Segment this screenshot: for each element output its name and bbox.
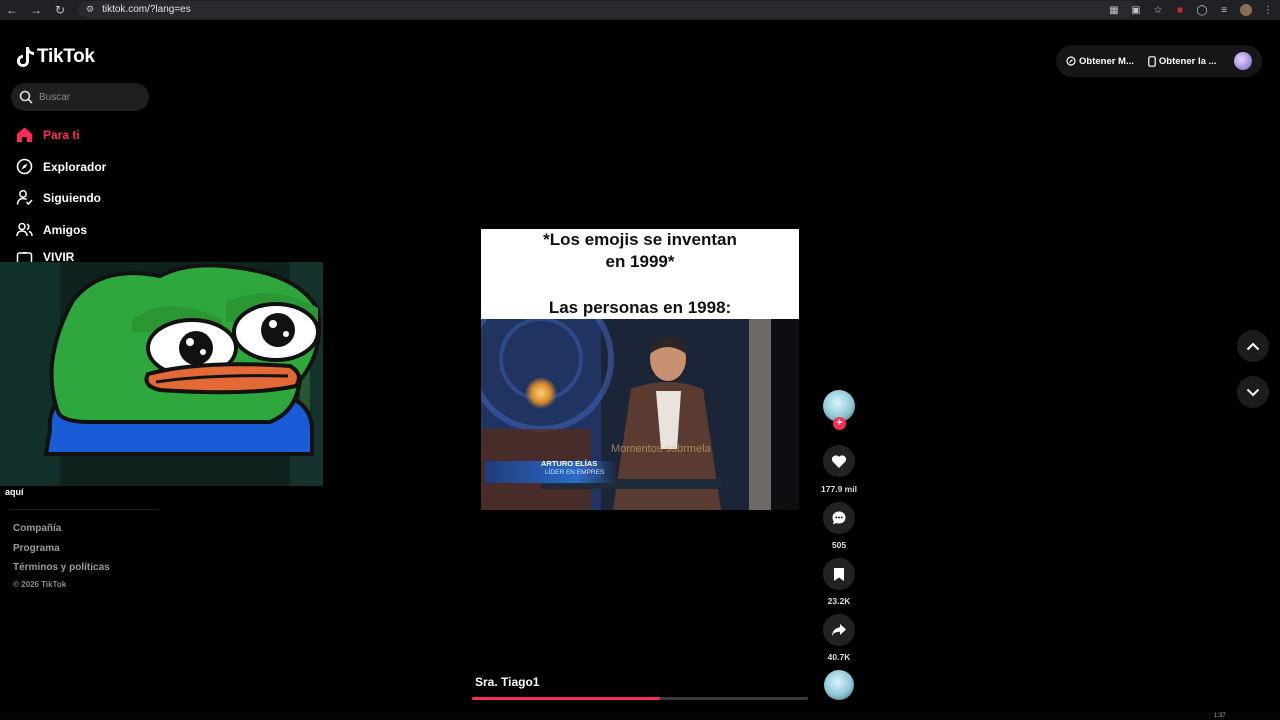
pepe-frog-image [0,262,323,486]
friends-icon [16,221,33,238]
search-box[interactable] [11,83,149,111]
get-app-button[interactable]: Obtener la ... [1148,55,1217,67]
install-app-icon[interactable]: ▣ [1130,4,1142,16]
site-info-icon[interactable]: ⚙ [86,4,94,15]
tiktok-logo[interactable]: TikTok [16,46,95,68]
home-icon [16,126,33,143]
share-count: 40.7K [827,652,851,662]
browser-extensions: ▦ ▣ ☆ ■ ◯ ≡ ⋮ [1108,0,1274,20]
nav-item-vivir[interactable]: VIVIR [16,252,74,262]
video-author[interactable]: Sra. Tiago1 [475,675,539,689]
phone-icon [1148,55,1156,67]
nav-item-explorador[interactable]: Explorador [16,158,106,175]
save-count: 23.2K [827,596,851,606]
get-coins-button[interactable]: Obtener M... [1066,56,1134,67]
tiktok-note-icon [17,47,34,67]
video-watermark: Momentos sobrmela [611,443,711,455]
menu-kebab-icon[interactable]: ⋮ [1262,4,1274,16]
save-button[interactable] [823,558,855,590]
browser-toolbar: ← → ↻ ⚙ tiktok.com/?lang=es ▦ ▣ ☆ ■ ◯ ≡ … [0,0,1280,20]
nav-item-amigos[interactable]: Amigos [16,221,87,238]
address-bar[interactable]: ⚙ tiktok.com/?lang=es [78,1,1138,18]
os-taskbar [0,712,1280,720]
meme-line-3: Las personas en 1998: [548,298,732,317]
taskbar-clock: 1:37 [1214,713,1226,719]
extensions-puzzle-icon[interactable]: ◯ [1196,4,1208,16]
compass-icon [16,158,33,175]
heart-icon [831,454,847,468]
top-actions-bar: Obtener M... Obtener la ... [1056,45,1262,77]
nav-label: Para ti [43,127,80,142]
meme-caption: *Los emojis se inventan en 1999* Las per… [481,229,799,319]
previous-video-button[interactable] [1237,330,1269,362]
copyright-text: © 2026 TikTok [13,580,67,589]
nav-label: Siguiendo [43,190,101,205]
nav-label: VIVIR [43,252,75,262]
nav-label: Amigos [43,222,88,237]
comment-icon [832,511,846,525]
like-count: 177.9 mil [821,484,857,494]
nav-item-para-ti[interactable]: Para ti [16,126,80,143]
nav-item-siguiendo[interactable]: Siguiendo [16,189,101,206]
logo-text: TikTok [37,46,95,67]
get-app-label: Obtener la ... [1158,55,1217,67]
follow-plus-icon[interactable]: + [833,417,846,430]
forward-icon[interactable]: → [24,0,48,20]
overlay-caption: aquí [5,487,24,497]
coin-icon [1066,56,1076,66]
sound-disc-avatar[interactable] [824,670,854,700]
sidebar-divider [10,509,158,510]
next-video-button[interactable] [1237,376,1269,408]
back-icon[interactable]: ← [0,0,24,20]
following-icon [16,189,33,206]
like-button[interactable] [823,445,855,477]
comment-count: 505 [831,540,847,550]
lower-third-role: LÍDER EN EMPRES [545,469,605,476]
lower-third-name: ARTURO ELÍAS [541,459,598,468]
share-button[interactable] [823,614,855,646]
reload-icon[interactable]: ↻ [48,0,72,20]
extension-red-icon[interactable]: ■ [1174,4,1186,16]
nav-label: Explorador [43,159,107,174]
video-progress-fill [472,697,661,700]
footer-link-programa[interactable]: Programa [13,543,60,554]
url-text: tiktok.com/?lang=es [102,4,191,15]
translate-icon[interactable]: ▦ [1108,4,1120,16]
bookmark-star-icon[interactable]: ☆ [1152,4,1164,16]
get-coins-label: Obtener M... [1079,55,1134,67]
search-icon [19,90,33,104]
profile-icon[interactable] [1240,4,1252,16]
meme-line-2: en 1999* [605,252,675,271]
video-frame: ARTURO ELÍAS LÍDER EN EMPRES Momentos so… [481,319,799,510]
bookmark-icon [834,567,844,581]
share-arrow-icon [832,624,846,636]
footer-link-terminos[interactable]: Términos y políticas [13,562,110,573]
streamer-overlay [0,262,323,486]
comment-button[interactable] [823,502,855,534]
profile-avatar[interactable] [1234,52,1252,70]
video-player[interactable]: *Los emojis se inventan en 1999* Las per… [481,229,799,510]
reading-list-icon[interactable]: ≡ [1218,4,1230,16]
live-icon [16,252,33,262]
chevron-down-icon [1246,388,1260,396]
video-progress-bar[interactable] [472,697,808,700]
meme-line-1: *Los emojis se inventan [543,230,737,249]
footer-link-compania[interactable]: Compañía [13,523,61,534]
chevron-up-icon [1246,342,1260,350]
search-input[interactable] [39,91,139,103]
